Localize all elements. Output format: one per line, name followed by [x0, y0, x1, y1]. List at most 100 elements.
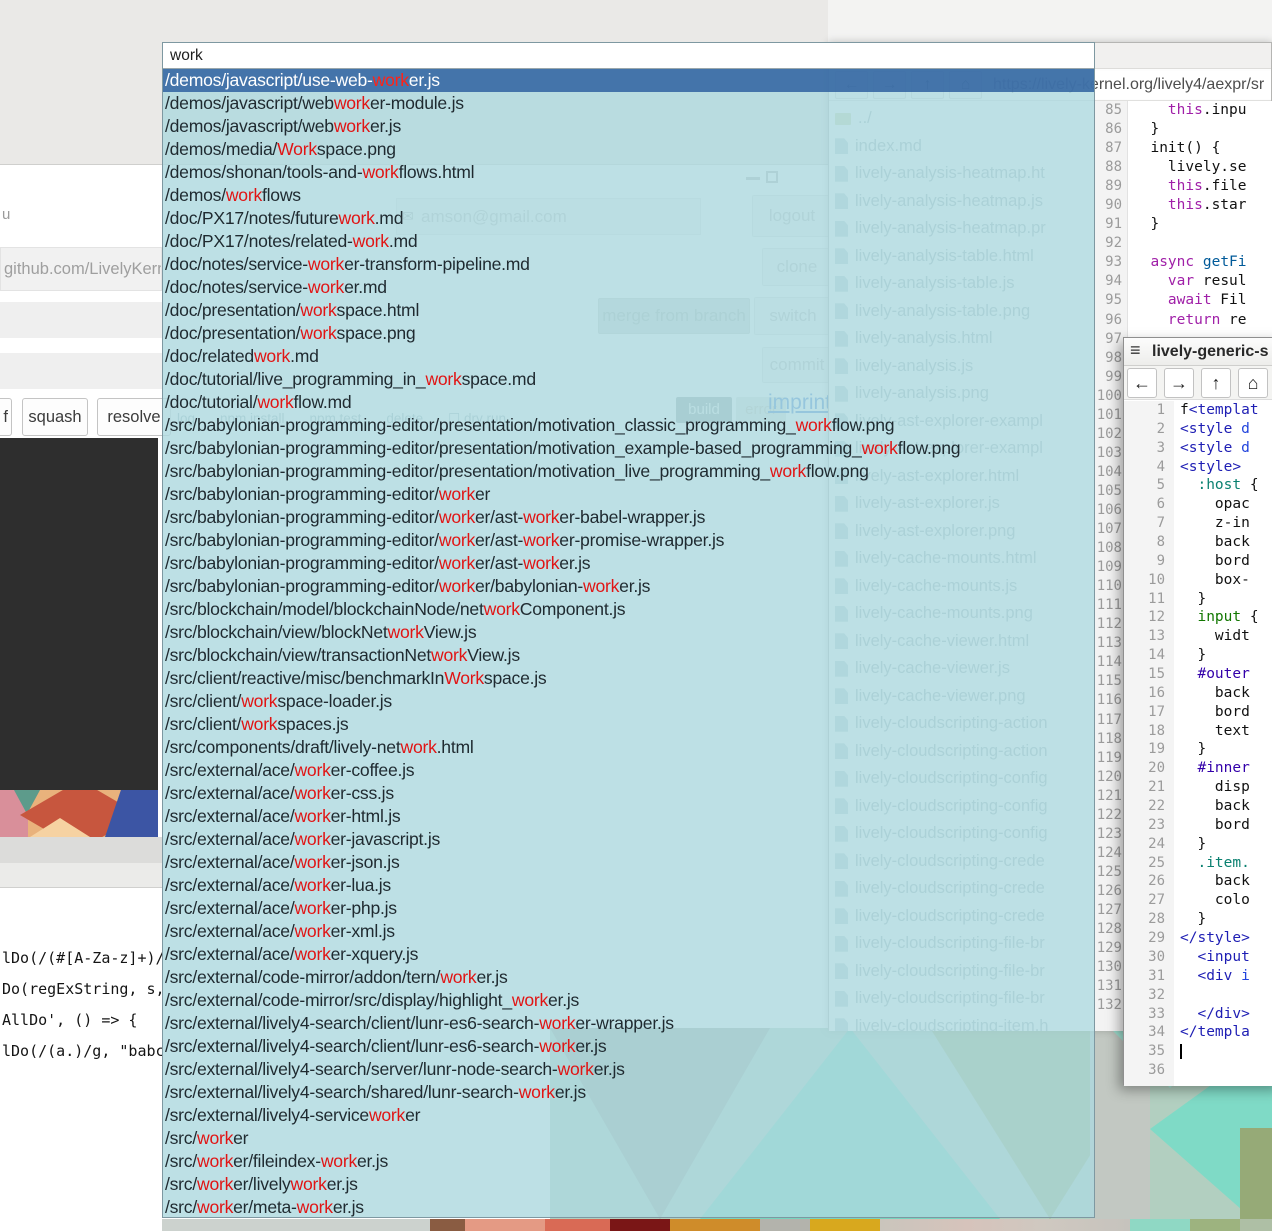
search-result-item[interactable]: /src/blockchain/view/blockNetworkView.js — [163, 621, 1094, 644]
search-result-item[interactable]: /src/external/ace/worker-php.js — [163, 897, 1094, 920]
sync-input-2[interactable] — [0, 302, 162, 338]
search-result-item[interactable]: /src/external/lively4-search/client/lunr… — [163, 1035, 1094, 1058]
code-line: } — [1180, 646, 1272, 665]
search-result-item[interactable]: /src/external/ace/worker-json.js — [163, 851, 1094, 874]
wallpaper-strip — [1130, 1219, 1190, 1231]
search-result-item[interactable]: /src/components/draft/lively-network.htm… — [163, 736, 1094, 759]
search-result-item[interactable]: /doc/presentation/workspace.html — [163, 299, 1094, 322]
search-result-item[interactable]: /demos/workflows — [163, 184, 1094, 207]
sync-partial-label: u — [2, 206, 10, 223]
code-line: bord — [1180, 552, 1272, 571]
search-result-item[interactable]: /src/external/ace/worker-xquery.js — [163, 943, 1094, 966]
desktop-background-top-right — [828, 0, 1272, 42]
code-line: } — [1180, 910, 1272, 929]
resolve-button[interactable]: resolve — [97, 398, 171, 436]
up-button[interactable]: ↑ — [1201, 368, 1231, 398]
search-result-item[interactable]: /doc/PX17/notes/related-work.md — [163, 230, 1094, 253]
hamburger-menu-icon[interactable]: ≡ — [1130, 340, 1141, 361]
code-line: var resul — [1133, 272, 1272, 291]
search-result-item[interactable]: /demos/javascript/webworker-module.js — [163, 92, 1094, 115]
code-line: input { — [1180, 608, 1272, 627]
search-result-item[interactable]: /src/external/ace/worker-xml.js — [163, 920, 1094, 943]
search-result-item[interactable]: /src/babylonian-programming-editor/prese… — [163, 414, 1094, 437]
code-line: <div i — [1180, 967, 1272, 986]
code-line: } — [1133, 215, 1272, 234]
search-result-item[interactable]: /doc/presentation/workspace.png — [163, 322, 1094, 345]
partial-button[interactable]: f — [0, 398, 12, 436]
search-result-item[interactable]: /demos/media/Workspace.png — [163, 138, 1094, 161]
search-result-item[interactable]: /doc/tutorial/workflow.md — [163, 391, 1094, 414]
search-result-item[interactable]: /demos/javascript/use-web-worker.js — [163, 69, 1094, 92]
forward-button[interactable]: → — [1164, 368, 1194, 398]
code-line: await Fil — [1133, 291, 1272, 310]
wallpaper-strip — [880, 1219, 1130, 1231]
search-result-item[interactable]: /src/external/lively4-search/server/lunr… — [163, 1058, 1094, 1081]
search-result-item[interactable]: /src/babylonian-programming-editor/worke… — [163, 483, 1094, 506]
code-line: back — [1180, 872, 1272, 891]
code-line: #inner — [1180, 759, 1272, 778]
artwork-thumbnail — [0, 790, 158, 837]
search-result-item[interactable]: /doc/relatedwork.md — [163, 345, 1094, 368]
search-result-item[interactable]: /src/babylonian-programming-editor/worke… — [163, 575, 1094, 598]
code-line: bord — [1180, 816, 1272, 835]
squash-button[interactable]: squash — [22, 398, 88, 436]
repo-url-field[interactable]: github.com/LivelyKern — [0, 247, 162, 291]
search-result-item[interactable]: /doc/notes/service-worker-transform-pipe… — [163, 253, 1094, 276]
search-result-item[interactable]: /src/babylonian-programming-editor/worke… — [163, 529, 1094, 552]
search-result-item[interactable]: /src/babylonian-programming-editor/worke… — [163, 506, 1094, 529]
search-result-item[interactable]: /src/external/code-mirror/src/display/hi… — [163, 989, 1094, 1012]
console-panel — [0, 438, 158, 790]
search-result-item[interactable]: /src/client/reactive/misc/benchmarkInWor… — [163, 667, 1094, 690]
search-result-item[interactable]: /src/babylonian-programming-editor/prese… — [163, 437, 1094, 460]
code-line: z-in — [1180, 514, 1272, 533]
search-input[interactable]: work — [163, 43, 1094, 69]
code-line: this.star — [1133, 196, 1272, 215]
editor-titlebar[interactable]: ≡ lively-generic-s — [1124, 338, 1272, 366]
search-result-item[interactable]: /src/babylonian-programming-editor/worke… — [163, 552, 1094, 575]
code-line — [1180, 1061, 1272, 1080]
wallpaper-strip — [610, 1219, 670, 1231]
search-result-item[interactable]: /src/external/ace/worker-coffee.js — [163, 759, 1094, 782]
search-result-item[interactable]: /src/external/code-mirror/addon/tern/wor… — [163, 966, 1094, 989]
search-result-item[interactable]: /src/worker/fileindex-worker.js — [163, 1150, 1094, 1173]
search-result-item[interactable]: /src/worker/livelyworker.js — [163, 1173, 1094, 1196]
sync-input-3[interactable] — [0, 353, 162, 389]
code-line: this.file — [1133, 177, 1272, 196]
search-result-item[interactable]: /src/external/ace/worker-javascript.js — [163, 828, 1094, 851]
wallpaper-strip — [545, 1219, 610, 1231]
code-editor-2[interactable]: 1234567891011121314151617181920212223242… — [1124, 401, 1272, 1086]
code-line — [1180, 986, 1272, 1005]
search-result-item[interactable]: /src/blockchain/model/blockchainNode/net… — [163, 598, 1094, 621]
back-button[interactable]: ← — [1127, 368, 1157, 398]
search-result-item[interactable]: /src/client/workspaces.js — [163, 713, 1094, 736]
code-line: } — [1180, 590, 1272, 609]
search-result-item[interactable]: /src/blockchain/view/transactionNetworkV… — [163, 644, 1094, 667]
search-result-item[interactable]: /src/client/workspace-loader.js — [163, 690, 1094, 713]
search-result-item[interactable]: /demos/shonan/tools-and-workflows.html — [163, 161, 1094, 184]
code-line: lively.se — [1133, 158, 1272, 177]
search-result-item[interactable]: /src/babylonian-programming-editor/prese… — [163, 460, 1094, 483]
search-result-item[interactable]: /src/external/lively4-serviceworker — [163, 1104, 1094, 1127]
search-result-item[interactable]: /doc/PX17/notes/futurework.md — [163, 207, 1094, 230]
search-palette-overlay: work /demos/javascript/use-web-worker.js… — [162, 42, 1095, 1218]
search-result-item[interactable]: /demos/javascript/webworker.js — [163, 115, 1094, 138]
search-result-item[interactable]: /doc/tutorial/live_programming_in_worksp… — [163, 368, 1094, 391]
editor2-gutter: 1234567891011121314151617181920212223242… — [1124, 401, 1174, 1086]
search-results: /demos/javascript/use-web-worker.js/demo… — [163, 69, 1094, 1217]
search-result-item[interactable]: /src/external/lively4-search/client/lunr… — [163, 1012, 1094, 1035]
code-line: <input — [1180, 948, 1272, 967]
search-result-item[interactable]: /src/external/lively4-search/shared/lunr… — [163, 1081, 1094, 1104]
code-line: this.inpu — [1133, 101, 1272, 120]
search-result-item[interactable]: /src/worker/meta-worker.js — [163, 1196, 1094, 1217]
code-line: #outer — [1180, 665, 1272, 684]
search-result-item[interactable]: /doc/notes/service-worker.md — [163, 276, 1094, 299]
search-result-item[interactable]: /src/worker — [163, 1127, 1094, 1150]
code-line: <style d — [1180, 439, 1272, 458]
code-line: back — [1180, 533, 1272, 552]
wallpaper-strip — [1190, 1219, 1240, 1231]
home-button[interactable]: ⌂ — [1238, 368, 1268, 398]
search-result-item[interactable]: /src/external/ace/worker-html.js — [163, 805, 1094, 828]
editor2-code[interactable]: f<templat<style d<style d<style> :host {… — [1174, 401, 1272, 1086]
search-result-item[interactable]: /src/external/ace/worker-lua.js — [163, 874, 1094, 897]
search-result-item[interactable]: /src/external/ace/worker-css.js — [163, 782, 1094, 805]
